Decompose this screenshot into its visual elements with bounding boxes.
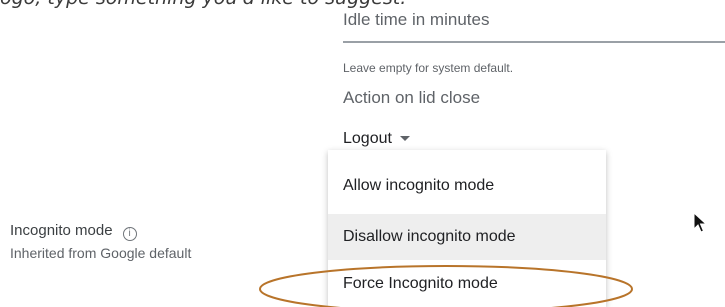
incognito-mode-label: Incognito mode i (10, 222, 137, 241)
incognito-inherited-text: Inherited from Google default (10, 245, 192, 261)
idle-time-input-underline[interactable] (343, 41, 725, 43)
menu-item-disallow-incognito[interactable]: Disallow incognito mode (328, 214, 606, 260)
lid-close-label: Action on lid close (343, 88, 481, 107)
mouse-pointer-icon (693, 212, 707, 233)
idle-time-label: Idle time in minutes (343, 10, 490, 29)
menu-item-force-incognito[interactable]: Force Incognito mode (328, 261, 606, 307)
info-icon[interactable]: i (122, 227, 137, 241)
menu-item-allow-incognito[interactable]: Allow incognito mode (328, 163, 606, 209)
lid-close-select[interactable]: Logout (343, 130, 410, 148)
idle-time-helper-text: Leave empty for system default. (343, 61, 514, 75)
incognito-mode-title: Incognito mode (10, 222, 113, 239)
incognito-mode-menu: Allow incognito mode Disallow incognito … (328, 150, 606, 307)
dropdown-caret-icon (399, 136, 410, 142)
lid-close-selected-value: Logout (343, 130, 392, 147)
page-caption: ogo, type something you'd like to sugges… (0, 0, 406, 9)
